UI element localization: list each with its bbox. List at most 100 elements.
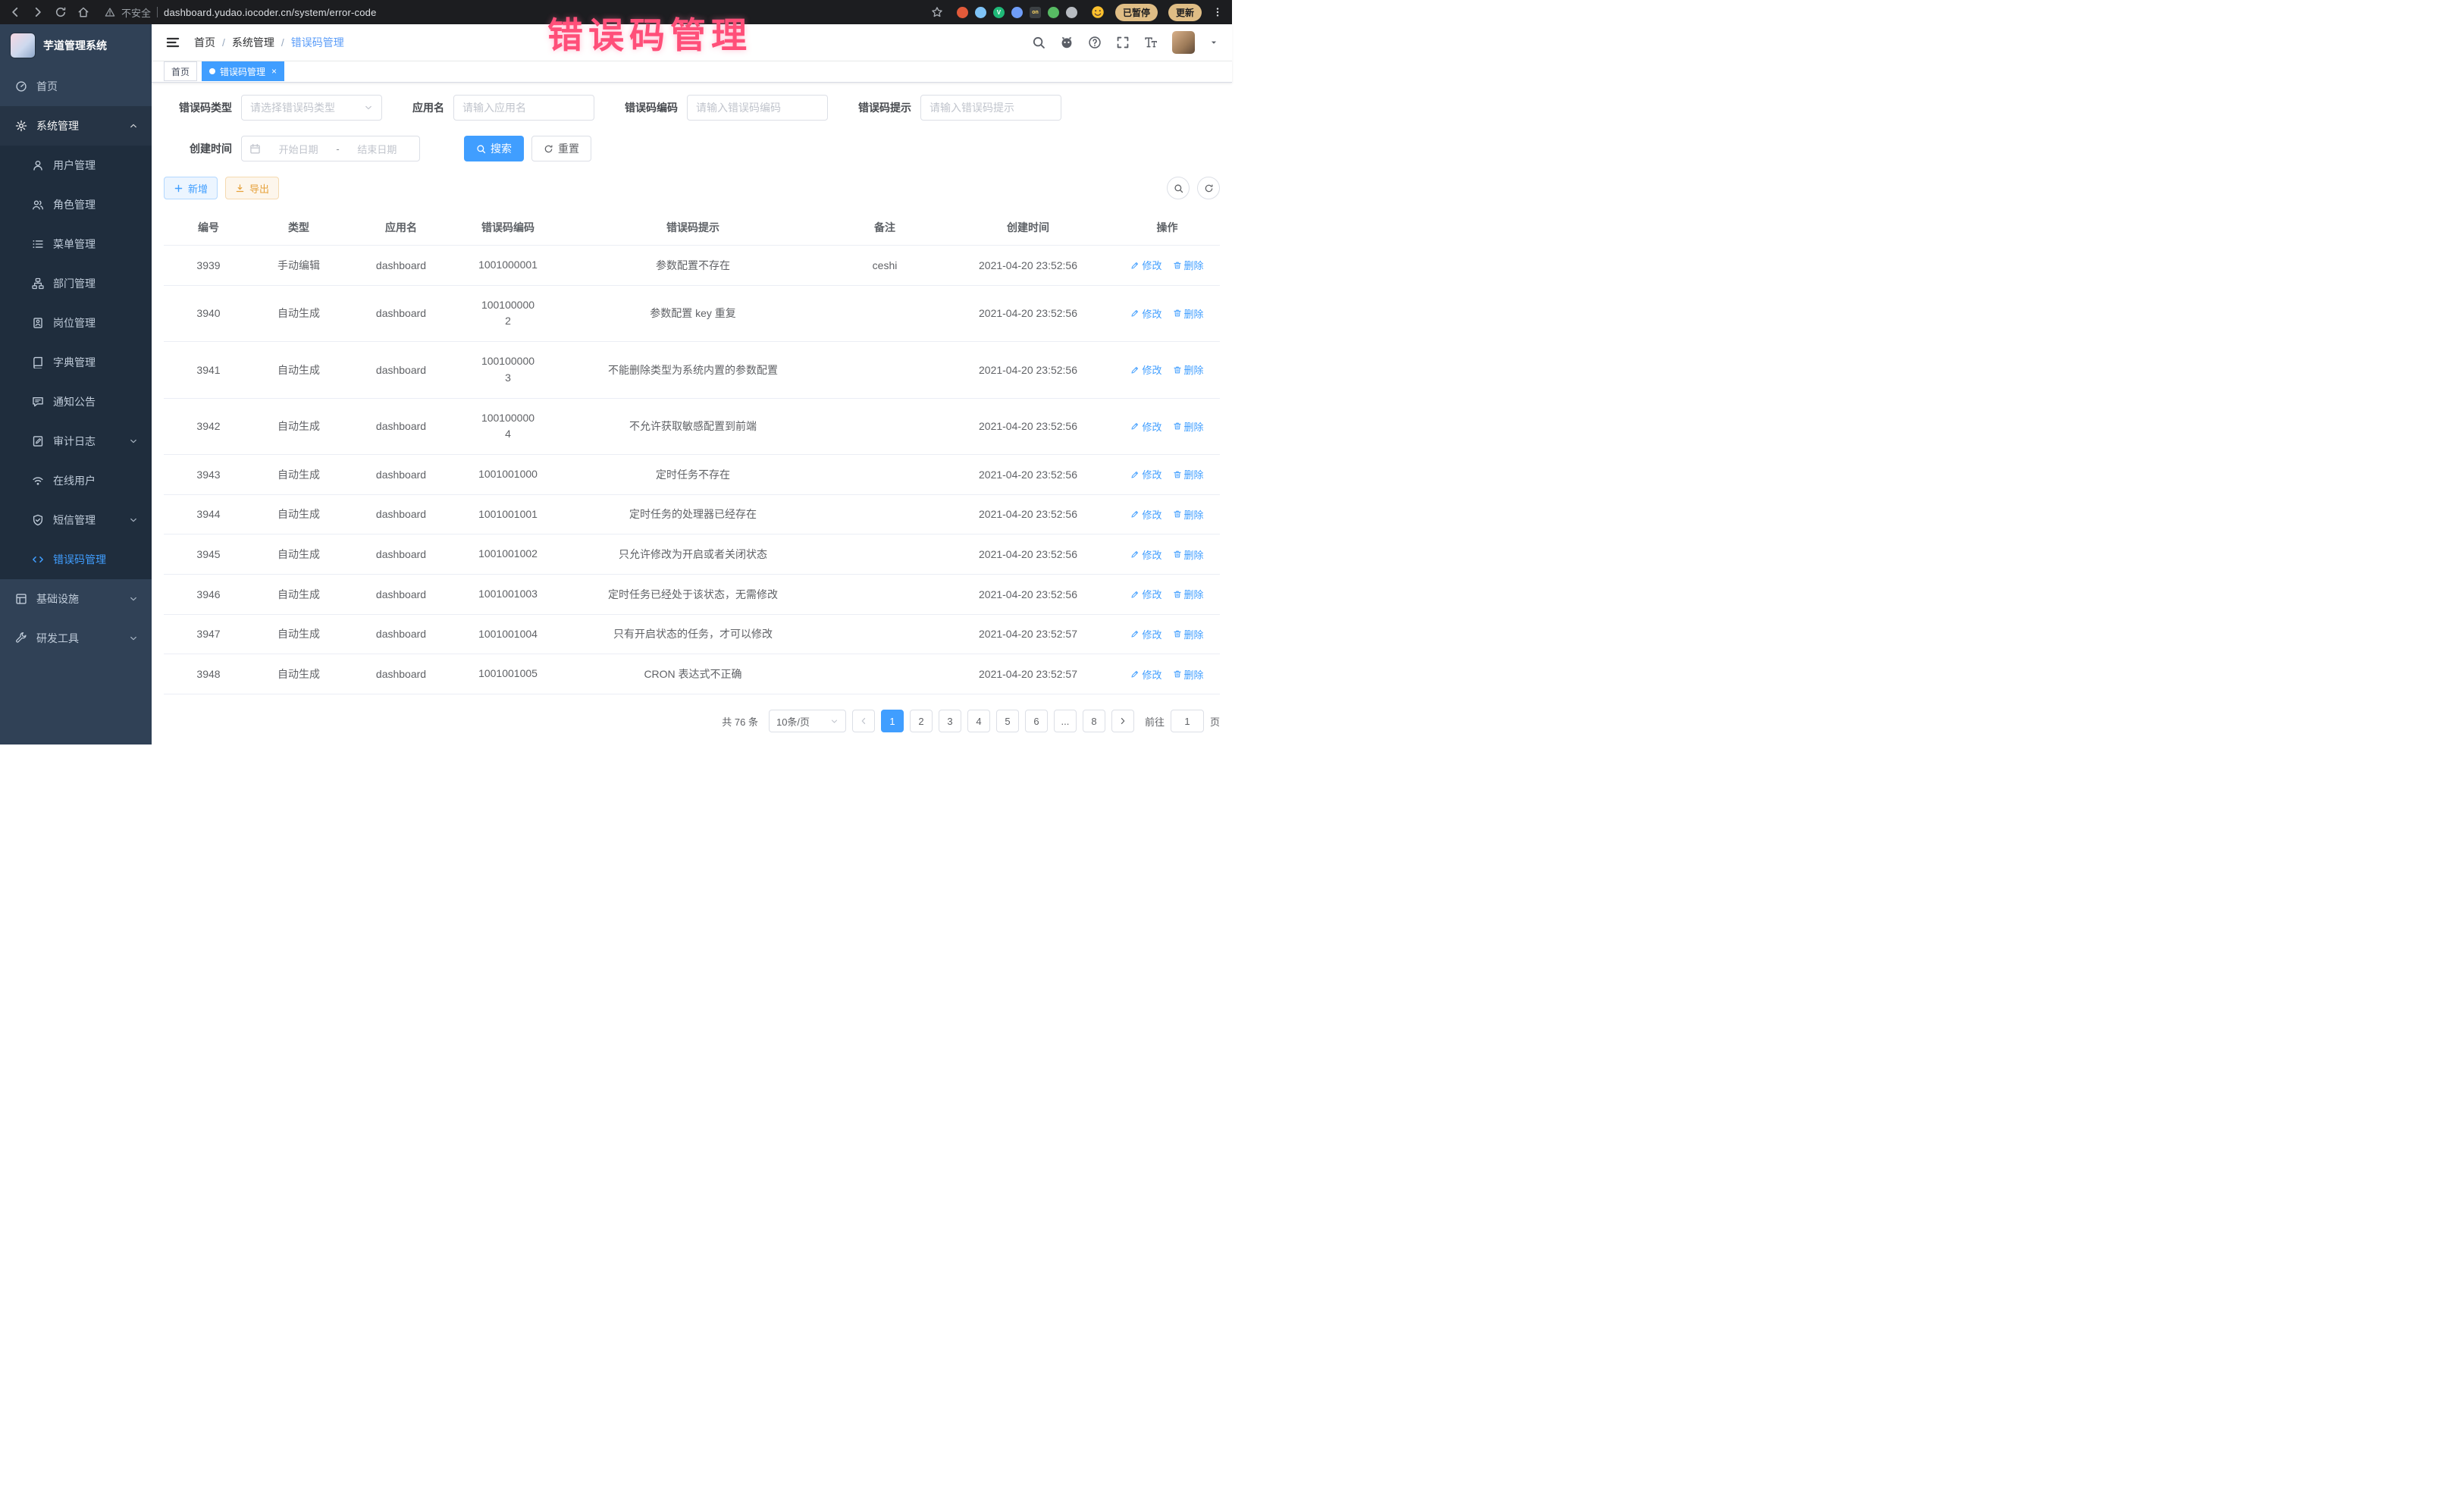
delete-link[interactable]: 删除 <box>1173 258 1204 272</box>
logo-image <box>10 33 36 58</box>
extension-icon[interactable] <box>1011 7 1023 18</box>
delete-link[interactable]: 删除 <box>1173 467 1204 481</box>
page-button-4[interactable]: 4 <box>967 710 990 732</box>
sidebar-item-tools[interactable]: 研发工具 <box>0 619 152 658</box>
help-icon[interactable] <box>1088 36 1102 49</box>
sidebar-item-menu[interactable]: 菜单管理 <box>0 224 152 264</box>
logo-title: 芋道管理系统 <box>43 38 107 53</box>
page-button-5[interactable]: 5 <box>996 710 1019 732</box>
caret-down-icon[interactable] <box>1209 38 1218 47</box>
sidebar-item-audit[interactable]: 审计日志 <box>0 422 152 461</box>
delete-link[interactable]: 删除 <box>1173 547 1204 562</box>
tab-home[interactable]: 首页 <box>164 61 197 81</box>
table-row: 3947自动生成dashboard1001001004只有开启状态的任务，才可以… <box>164 614 1220 654</box>
page-button-2[interactable]: 2 <box>910 710 933 732</box>
edit-label: 修改 <box>1142 467 1161 481</box>
sidebar-item-post[interactable]: 岗位管理 <box>0 303 152 343</box>
breadcrumb-home[interactable]: 首页 <box>194 35 215 50</box>
browser-menu-icon[interactable] <box>1212 7 1223 17</box>
paused-badge[interactable]: 已暂停 <box>1115 4 1158 21</box>
delete-link[interactable]: 删除 <box>1173 306 1204 321</box>
error-hint-input[interactable] <box>920 95 1061 121</box>
delete-link[interactable]: 删除 <box>1173 362 1204 377</box>
sidebar-item-errcode[interactable]: 错误码管理 <box>0 540 152 579</box>
page-button-6[interactable]: 6 <box>1025 710 1048 732</box>
font-size-icon[interactable] <box>1144 36 1158 49</box>
page-button-8[interactable]: 8 <box>1083 710 1105 732</box>
sidebar-item-sms[interactable]: 短信管理 <box>0 500 152 540</box>
extension-icon[interactable] <box>1066 7 1077 18</box>
sidebar-item-role[interactable]: 角色管理 <box>0 185 152 224</box>
add-button[interactable]: 新增 <box>164 177 218 199</box>
sidebar-item-dict[interactable]: 字典管理 <box>0 343 152 382</box>
edit-link[interactable]: 修改 <box>1130 507 1161 522</box>
extension-icon[interactable] <box>1048 7 1059 18</box>
delete-link[interactable]: 删除 <box>1173 507 1204 522</box>
back-icon[interactable] <box>9 6 21 18</box>
github-icon[interactable] <box>1060 36 1074 49</box>
address-bar[interactable]: 不安全 dashboard.yudao.iocoder.cn/system/er… <box>105 5 916 20</box>
export-button[interactable]: 导出 <box>225 177 279 199</box>
chevron-down-icon <box>129 516 138 525</box>
error-type-select[interactable]: 请选择错误码类型 <box>241 95 382 121</box>
delete-link[interactable]: 删除 <box>1173 419 1204 434</box>
user-avatar[interactable] <box>1172 31 1195 54</box>
cell-time: 2021-04-20 23:52:56 <box>942 534 1114 575</box>
edit-link[interactable]: 修改 <box>1130 362 1161 377</box>
sidebar-toggle-icon[interactable] <box>165 35 180 50</box>
edit-link[interactable]: 修改 <box>1130 419 1161 434</box>
search-icon[interactable] <box>1032 36 1045 49</box>
reset-button[interactable]: 重置 <box>531 136 591 161</box>
extension-icon[interactable] <box>975 7 986 18</box>
sidebar: 芋道管理系统 首页系统管理用户管理角色管理菜单管理部门管理岗位管理字典管理通知公… <box>0 24 152 744</box>
extension-icon[interactable]: V <box>993 7 1005 18</box>
cell-actions: 修改删除 <box>1114 654 1220 694</box>
home-icon[interactable] <box>77 6 89 18</box>
next-page-button[interactable] <box>1111 710 1134 732</box>
page-button-3[interactable]: 3 <box>939 710 961 732</box>
page-button-1[interactable]: 1 <box>881 710 904 732</box>
search-button[interactable]: 搜索 <box>464 136 524 161</box>
profile-emoji-icon[interactable] <box>1091 5 1105 19</box>
sidebar-item-label: 部门管理 <box>53 276 96 291</box>
toggle-search-button[interactable] <box>1167 177 1190 199</box>
sidebar-item-online[interactable]: 在线用户 <box>0 461 152 500</box>
page-size-select[interactable]: 10条/页 <box>769 710 846 732</box>
app-name-input[interactable] <box>453 95 594 121</box>
sidebar-item-infra[interactable]: 基础设施 <box>0 579 152 619</box>
edit-link[interactable]: 修改 <box>1130 667 1161 682</box>
date-range-picker[interactable]: 开始日期 - 结束日期 <box>241 136 420 161</box>
extension-icon[interactable]: on <box>1030 7 1041 18</box>
fullscreen-icon[interactable] <box>1116 36 1130 49</box>
forward-icon[interactable] <box>32 6 44 18</box>
close-icon[interactable]: × <box>271 67 277 76</box>
update-button[interactable]: 更新 <box>1168 4 1202 21</box>
sidebar-item-user[interactable]: 用户管理 <box>0 146 152 185</box>
logo[interactable]: 芋道管理系统 <box>0 24 152 67</box>
edit-link[interactable]: 修改 <box>1130 627 1161 641</box>
delete-link[interactable]: 删除 <box>1173 587 1204 601</box>
delete-link[interactable]: 删除 <box>1173 667 1204 682</box>
tab-error-code[interactable]: 错误码管理× <box>202 61 284 81</box>
bookmark-star-icon[interactable] <box>931 6 943 18</box>
sidebar-item-home[interactable]: 首页 <box>0 67 152 106</box>
delete-link[interactable]: 删除 <box>1173 627 1204 641</box>
edit-link[interactable]: 修改 <box>1130 467 1161 481</box>
breadcrumb-system[interactable]: 系统管理 <box>232 35 274 50</box>
edit-link[interactable]: 修改 <box>1130 306 1161 321</box>
refresh-table-button[interactable] <box>1197 177 1220 199</box>
edit-link[interactable]: 修改 <box>1130 547 1161 562</box>
goto-page-input[interactable] <box>1171 710 1204 732</box>
sidebar-item-dept[interactable]: 部门管理 <box>0 264 152 303</box>
edit-link[interactable]: 修改 <box>1130 258 1161 272</box>
more-pages-button[interactable]: ... <box>1054 710 1077 732</box>
reload-icon[interactable] <box>55 6 67 18</box>
edit-link[interactable]: 修改 <box>1130 587 1161 601</box>
prev-page-button[interactable] <box>852 710 875 732</box>
table-row: 3944自动生成dashboard1001001001定时任务的处理器已经存在2… <box>164 494 1220 534</box>
error-code-input[interactable] <box>687 95 828 121</box>
sidebar-item-system[interactable]: 系统管理 <box>0 106 152 146</box>
sidebar-item-notice[interactable]: 通知公告 <box>0 382 152 422</box>
sidebar-item-label: 研发工具 <box>36 631 79 646</box>
extension-icon[interactable] <box>957 7 968 18</box>
